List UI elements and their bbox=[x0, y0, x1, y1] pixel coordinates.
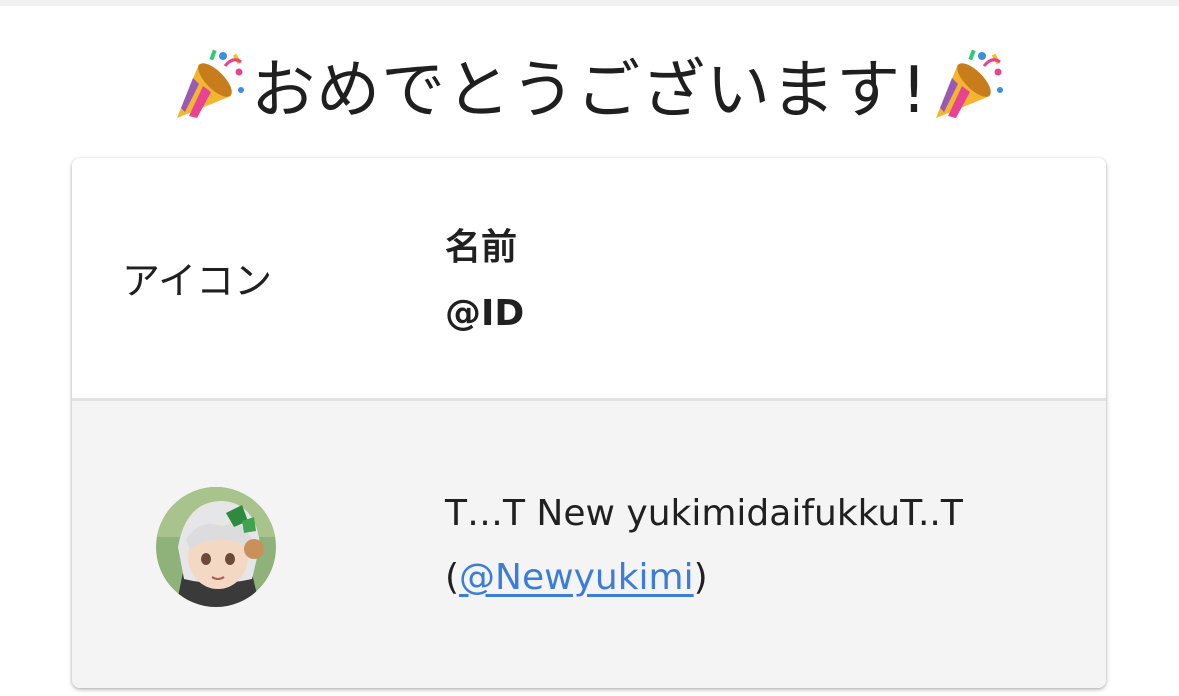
party-popper-icon bbox=[930, 46, 1008, 124]
icon-column-header: アイコン bbox=[122, 259, 273, 303]
user-handle-link[interactable]: @Newyukimi bbox=[459, 557, 694, 598]
party-popper-icon bbox=[171, 46, 249, 124]
table-row: T…T New yukimidaifukkuT..T (@Newyukimi) bbox=[72, 401, 1106, 688]
page-title: おめでとうございます! bbox=[0, 30, 1179, 140]
results-table: アイコン 名前 @ID T…T New yukimidaifukkuT..T (… bbox=[72, 158, 1106, 688]
title-text: おめでとうございます! bbox=[251, 54, 928, 128]
close-paren: ) bbox=[693, 557, 708, 598]
avatar bbox=[156, 487, 276, 607]
id-column-header: @ID bbox=[445, 293, 525, 334]
user-display-name: T…T New yukimidaifukkuT..T bbox=[445, 493, 963, 534]
user-handle-line: (@Newyukimi) bbox=[445, 557, 708, 598]
top-divider bbox=[0, 0, 1179, 6]
name-column-header: 名前 bbox=[445, 227, 518, 268]
open-paren: ( bbox=[445, 557, 460, 598]
table-header-row: アイコン 名前 @ID bbox=[72, 158, 1106, 401]
